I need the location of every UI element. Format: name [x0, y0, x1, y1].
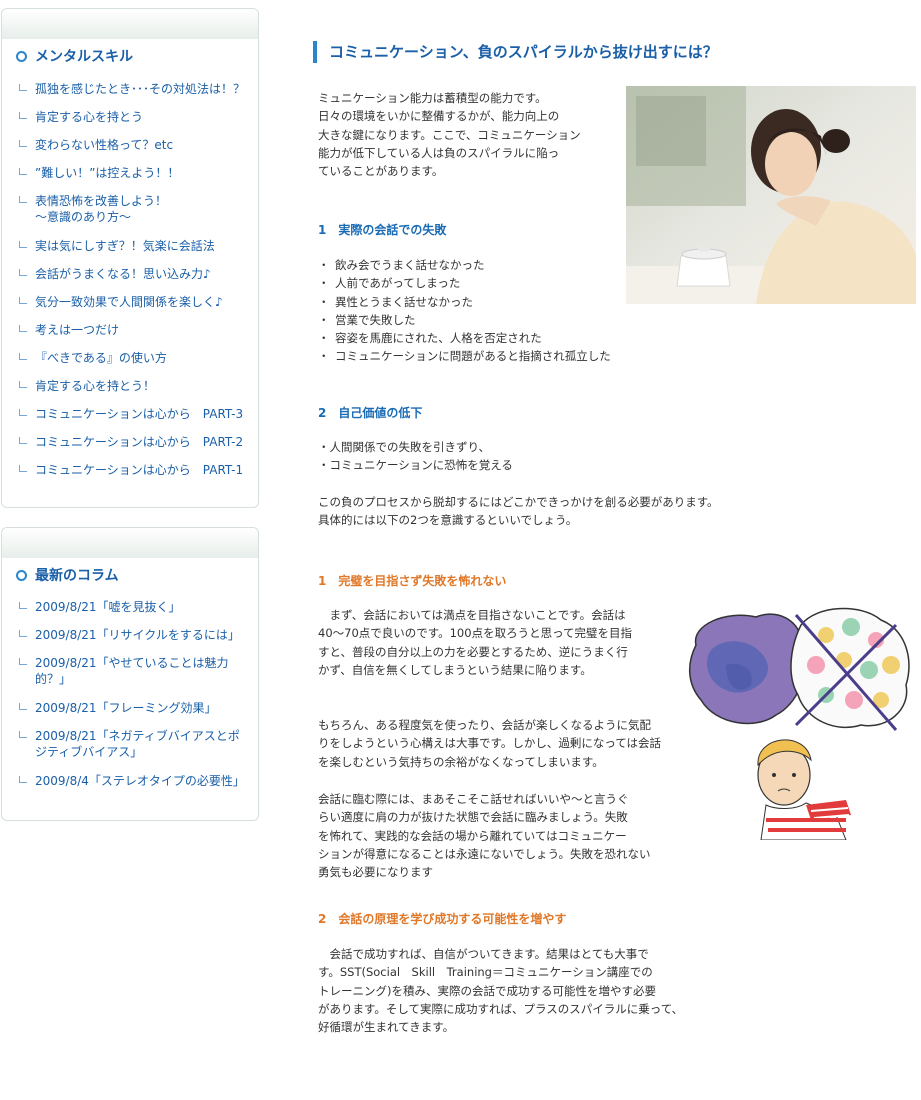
menu-link[interactable]: 肯定する心を持とう: [35, 109, 254, 125]
tip1-heading: 1 完璧を目指さず失敗を怖れない: [318, 574, 507, 588]
section2-paragraph: この負のプロセスから脱却するにはどこかできっかけを創る必要があります。 具体的に…: [318, 495, 719, 528]
menu-link[interactable]: 会話がうまくなる！思い込み力♪: [35, 266, 254, 282]
menu-link[interactable]: 気分一致効果で人間関係を楽しく♪: [35, 294, 254, 310]
sidebar-latest-columns: 最新のコラム 2009/8/21「嘘を見抜く」 2009/8/21「リサイクルを…: [1, 527, 259, 821]
menu-link[interactable]: 2009/8/21「ネガティブバイアスとポジティブバイアス」: [35, 728, 248, 760]
menu-item[interactable]: 表情恐怖を改善しよう！ ～意識のあり方～: [19, 193, 254, 225]
section2-lines: ・人間関係での失敗を引きずり、 ・コミュニケーションに恐怖を覚える: [318, 440, 513, 473]
box-header: [2, 528, 258, 558]
menu-item[interactable]: 2009/8/21「嘘を見抜く」: [19, 599, 254, 615]
menu-item[interactable]: 変わらない性格って？etc: [19, 137, 254, 153]
corner-arrow-icon: [19, 703, 27, 710]
corner-arrow-icon: [19, 297, 27, 304]
menu-link[interactable]: 2009/8/21「リサイクルをするには」: [35, 627, 254, 643]
latest-columns-title: 最新のコラム: [16, 565, 119, 585]
menu-item[interactable]: 考えは一つだけ: [19, 322, 254, 338]
tip1-paragraph-3: 会話に臨む際には、まあそこそこ話せればいいや～と言うぐ らい適度に肩の力が抜けた…: [318, 792, 651, 880]
menu-link[interactable]: 表情恐怖を改善しよう！ ～意識のあり方～: [35, 193, 254, 225]
corner-arrow-icon: [19, 84, 27, 91]
corner-arrow-icon: [19, 381, 27, 388]
section2-heading: 2 自己価値の低下: [318, 406, 423, 420]
corner-arrow-icon: [19, 630, 27, 637]
menu-item[interactable]: 『べきである』の使い方: [19, 350, 254, 366]
list-item: ・容姿を馬鹿にされた、人格を否定された: [318, 331, 542, 346]
menu-item[interactable]: 肯定する心を持とう: [19, 109, 254, 125]
menu-item[interactable]: 2009/8/21「やせていることは魅力的？」: [19, 655, 254, 687]
corner-arrow-icon: [19, 269, 27, 276]
list-item: ・人前であがってしまった: [318, 276, 461, 291]
tip1-paragraph-1: まず、会話においては満点を目指さないことです。会話は 40～70点で良いのです。…: [318, 608, 632, 677]
menu-item[interactable]: 孤独を感じたとき･･･その対処法は！？: [19, 81, 254, 97]
list-item: ・異性とうまく話せなかった: [318, 294, 473, 309]
menu-link[interactable]: 『べきである』の使い方: [35, 350, 254, 366]
menu-link[interactable]: ”難しい！”は控えよう！！: [35, 165, 254, 181]
menu-link[interactable]: コミュニケーションは心から PART-3: [35, 406, 254, 422]
menu-item[interactable]: コミュニケーションは心から PART-1: [19, 462, 254, 478]
menu-link[interactable]: コミュニケーションは心から PART-1: [35, 462, 254, 478]
woman-photo: [626, 86, 916, 304]
menu-item[interactable]: 肯定する心を持とう！: [19, 378, 254, 394]
failure-list: ・飲み会でうまく話せなかった ・人前であがってしまった ・異性とうまく話せなかっ…: [318, 256, 611, 366]
tip2-heading: 2 会話の原理を学び成功する可能性を増やす: [318, 912, 567, 926]
corner-arrow-icon: [19, 140, 27, 147]
sidebar-mental-skill: メンタルスキル 孤独を感じたとき･･･その対処法は！？ 肯定する心を持とう 変わ…: [1, 8, 259, 508]
menu-item[interactable]: コミュニケーションは心から PART-2: [19, 434, 254, 450]
corner-arrow-icon: [19, 325, 27, 332]
page-title: コミュニケーション、負のスパイラルから抜け出すには？: [313, 41, 718, 63]
corner-arrow-icon: [19, 465, 27, 472]
corner-arrow-icon: [19, 602, 27, 609]
list-item: ・営業で失敗した: [318, 312, 416, 327]
tip1-paragraph-2: もちろん、ある程度気を使ったり、会話が楽しくなるように気配 りをしようという心構…: [318, 718, 662, 769]
menu-link[interactable]: 考えは一つだけ: [35, 322, 254, 338]
menu-item[interactable]: 気分一致効果で人間関係を楽しく♪: [19, 294, 254, 310]
section1-heading: 1 実際の会話での失敗: [318, 223, 447, 237]
menu-link[interactable]: 2009/8/21「フレーミング効果」: [35, 700, 254, 716]
corner-arrow-icon: [19, 731, 27, 738]
menu-item[interactable]: 2009/8/21「リサイクルをするには」: [19, 627, 254, 643]
worried-boy-illustration: [689, 607, 910, 840]
box-header: [2, 9, 258, 39]
corner-arrow-icon: [19, 658, 27, 665]
list-item: ・コミュニケーションに問題があると指摘され孤立した: [318, 349, 611, 364]
menu-link[interactable]: コミュニケーションは心から PART-2: [35, 434, 254, 450]
corner-arrow-icon: [19, 437, 27, 444]
corner-arrow-icon: [19, 241, 27, 248]
menu-item[interactable]: 2009/8/21「フレーミング効果」: [19, 700, 254, 716]
menu-link[interactable]: 肯定する心を持とう！: [35, 378, 254, 394]
tip2-paragraph: 会話で成功すれば、自信がついてきます。結果はとても大事で す。SST(Socia…: [318, 947, 684, 1035]
menu-item[interactable]: 2009/8/4「ステレオタイプの必要性」: [19, 773, 254, 789]
corner-arrow-icon: [19, 409, 27, 416]
corner-arrow-icon: [19, 776, 27, 783]
corner-arrow-icon: [19, 196, 27, 203]
list-item: ・飲み会でうまく話せなかった: [318, 258, 485, 272]
menu-item[interactable]: 実は気にしすぎ？！気楽に会話法: [19, 238, 254, 254]
corner-arrow-icon: [19, 168, 27, 175]
circle-bullet-icon: [16, 569, 27, 581]
menu-item[interactable]: ”難しい！”は控えよう！！: [19, 165, 254, 181]
menu-link[interactable]: 2009/8/21「やせていることは魅力的？」: [35, 655, 235, 687]
corner-arrow-icon: [19, 353, 27, 360]
menu-item[interactable]: コミュニケーションは心から PART-3: [19, 406, 254, 422]
menu-link[interactable]: 変わらない性格って？etc: [35, 137, 254, 153]
menu-link[interactable]: 2009/8/4「ステレオタイプの必要性」: [35, 773, 254, 789]
menu-link[interactable]: 孤独を感じたとき･･･その対処法は！？: [35, 81, 254, 97]
corner-arrow-icon: [19, 112, 27, 119]
menu-link[interactable]: 2009/8/21「嘘を見抜く」: [35, 599, 254, 615]
menu-link[interactable]: 実は気にしすぎ？！気楽に会話法: [35, 238, 254, 254]
menu-item[interactable]: 会話がうまくなる！思い込み力♪: [19, 266, 254, 282]
intro-paragraph: ミュニケーション能力は蓄積型の能力です。 日々の環境をいかに整備するかが、能力向…: [318, 91, 581, 179]
mental-skill-title: メンタルスキル: [16, 46, 133, 66]
circle-bullet-icon: [16, 50, 27, 62]
menu-item[interactable]: 2009/8/21「ネガティブバイアスとポジティブバイアス」: [19, 728, 254, 760]
